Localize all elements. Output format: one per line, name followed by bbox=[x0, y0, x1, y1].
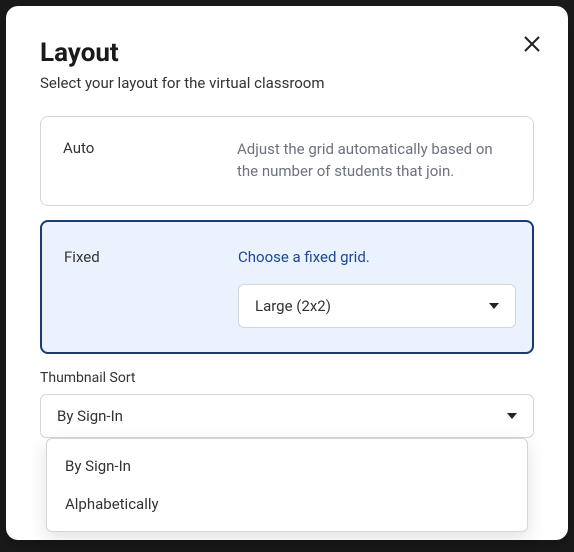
thumbnail-sort-menu: By Sign-In Alphabetically bbox=[46, 438, 528, 532]
layout-option-auto[interactable]: Auto Adjust the grid automatically based… bbox=[40, 116, 534, 206]
chevron-down-icon bbox=[507, 413, 517, 419]
option-label-auto: Auto bbox=[63, 139, 213, 183]
close-icon bbox=[523, 35, 541, 53]
thumbnail-sort-wrap: By Sign-In By Sign-In Alphabetically bbox=[40, 394, 534, 438]
option-label-fixed: Fixed bbox=[64, 248, 214, 328]
modal-subtitle: Select your layout for the virtual class… bbox=[40, 74, 534, 92]
thumbnail-sort-label: Thumbnail Sort bbox=[40, 370, 534, 386]
grid-size-select[interactable]: Large (2x2) bbox=[238, 284, 516, 328]
modal-title: Layout bbox=[40, 38, 534, 68]
option-body-fixed: Choose a fixed grid. Large (2x2) bbox=[238, 248, 516, 328]
layout-modal: Layout Select your layout for the virtua… bbox=[6, 6, 568, 540]
grid-size-value: Large (2x2) bbox=[255, 297, 331, 315]
thumbnail-sort-select[interactable]: By Sign-In bbox=[40, 394, 534, 438]
sort-option-by-sign-in[interactable]: By Sign-In bbox=[47, 447, 527, 485]
option-desc-auto: Adjust the grid automatically based on t… bbox=[237, 139, 511, 183]
chevron-down-icon bbox=[489, 303, 499, 309]
layout-option-fixed[interactable]: Fixed Choose a fixed grid. Large (2x2) bbox=[40, 220, 534, 354]
thumbnail-sort-value: By Sign-In bbox=[57, 407, 123, 425]
close-button[interactable] bbox=[520, 32, 544, 56]
sort-option-alphabetically[interactable]: Alphabetically bbox=[47, 485, 527, 523]
option-desc-fixed: Choose a fixed grid. bbox=[238, 248, 516, 266]
